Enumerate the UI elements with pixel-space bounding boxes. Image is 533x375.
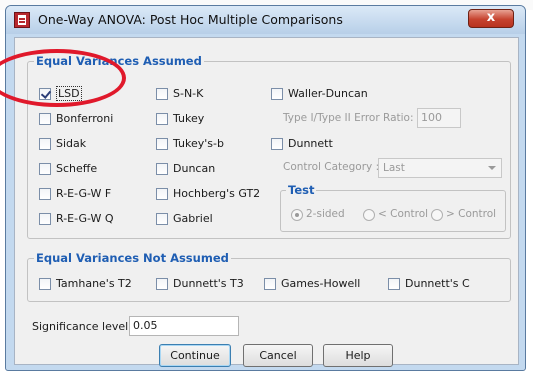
error-ratio-input[interactable]: 100	[417, 108, 461, 128]
hochbergs-gt2-label: Hochberg's GT2	[173, 187, 261, 200]
dunnetts-c-label: Dunnett's C	[405, 277, 470, 290]
less-than-control-radio-dot[interactable]	[363, 209, 375, 221]
tukey-checkbox-box[interactable]	[156, 113, 168, 125]
snk-label: S-N-K	[173, 87, 204, 100]
games-howell-label: Games-Howell	[281, 277, 361, 290]
test-group: Test 2-sided < Control > Control	[280, 183, 506, 232]
tukeys-b-checkbox-box[interactable]	[156, 138, 168, 150]
equal-variances-assumed-group: Equal Variances Assumed LSD Bonferroni S…	[27, 54, 511, 239]
regwf-label: R-E-G-W F	[56, 187, 112, 200]
greater-than-control-radio-dot[interactable]	[431, 209, 443, 221]
dunnetts-c-checkbox-box[interactable]	[388, 278, 400, 290]
sidak-checkbox-box[interactable]	[39, 138, 51, 150]
bonferroni-label: Bonferroni	[56, 112, 114, 125]
less-than-control-label: < Control	[378, 208, 429, 220]
sidak-label: Sidak	[56, 137, 87, 150]
duncan-label: Duncan	[173, 162, 216, 175]
equal-variances-assumed-label: Equal Variances Assumed	[34, 54, 204, 68]
two-sided-label: 2-sided	[306, 208, 345, 220]
two-sided-radio-dot[interactable]	[291, 209, 303, 221]
dunnett-label: Dunnett	[288, 137, 333, 150]
equal-variances-not-assumed-group: Equal Variances Not Assumed Tamhane's T2…	[27, 251, 511, 302]
spss-app-icon	[14, 12, 30, 28]
regwf-checkbox-box[interactable]	[39, 188, 51, 200]
control-category-value: Last	[383, 162, 405, 174]
tukeys-b-label: Tukey's-b	[173, 137, 224, 150]
continue-button[interactable]: Continue	[159, 344, 231, 367]
waller-duncan-label: Waller-Duncan	[288, 87, 368, 100]
title-bar: One-Way ANOVA: Post Hoc Multiple Compari…	[6, 6, 525, 34]
tamhanes-t2-checkbox-box[interactable]	[39, 278, 51, 290]
window-title: One-Way ANOVA: Post Hoc Multiple Compari…	[38, 12, 343, 27]
gabriel-label: Gabriel	[173, 212, 213, 225]
dialog-body: Equal Variances Assumed LSD Bonferroni S…	[14, 37, 519, 367]
test-group-label: Test	[286, 183, 317, 197]
tukey-label: Tukey	[173, 112, 205, 125]
waller-duncan-checkbox-box[interactable]	[271, 88, 283, 100]
tamhanes-t2-label: Tamhane's T2	[56, 277, 132, 290]
greater-than-control-label: > Control	[446, 208, 497, 220]
significance-input[interactable]: 0.05	[129, 316, 239, 336]
regwq-label: R-E-G-W Q	[56, 212, 114, 225]
snk-checkbox-box[interactable]	[156, 88, 168, 100]
dunnetts-t3-label: Dunnett's T3	[173, 277, 244, 290]
dunnett-checkbox-box[interactable]	[271, 138, 283, 150]
equal-variances-not-assumed-label: Equal Variances Not Assumed	[34, 251, 231, 265]
scheffe-label: Scheffe	[56, 162, 98, 175]
dialog-window: One-Way ANOVA: Post Hoc Multiple Compari…	[5, 5, 526, 371]
lsd-label: LSD	[56, 86, 82, 101]
scheffe-checkbox-box[interactable]	[39, 163, 51, 175]
chevron-down-icon	[488, 166, 496, 170]
error-ratio-label: Type I/Type II Error Ratio:	[283, 112, 414, 124]
bonferroni-checkbox-box[interactable]	[39, 113, 51, 125]
duncan-checkbox-box[interactable]	[156, 163, 168, 175]
cancel-button[interactable]: Cancel	[243, 344, 313, 367]
gabriel-checkbox-box[interactable]	[156, 213, 168, 225]
help-button[interactable]: Help	[323, 344, 393, 367]
control-category-label: Control Category :	[283, 161, 380, 173]
games-howell-checkbox-box[interactable]	[264, 278, 276, 290]
lsd-checkbox-box[interactable]	[39, 88, 51, 100]
dunnetts-t3-checkbox-box[interactable]	[156, 278, 168, 290]
hochbergs-gt2-checkbox-box[interactable]	[156, 188, 168, 200]
close-button[interactable]: x	[468, 9, 514, 28]
control-category-select[interactable]: Last	[378, 158, 502, 178]
significance-label: Significance level:	[32, 320, 132, 333]
regwq-checkbox-box[interactable]	[39, 213, 51, 225]
